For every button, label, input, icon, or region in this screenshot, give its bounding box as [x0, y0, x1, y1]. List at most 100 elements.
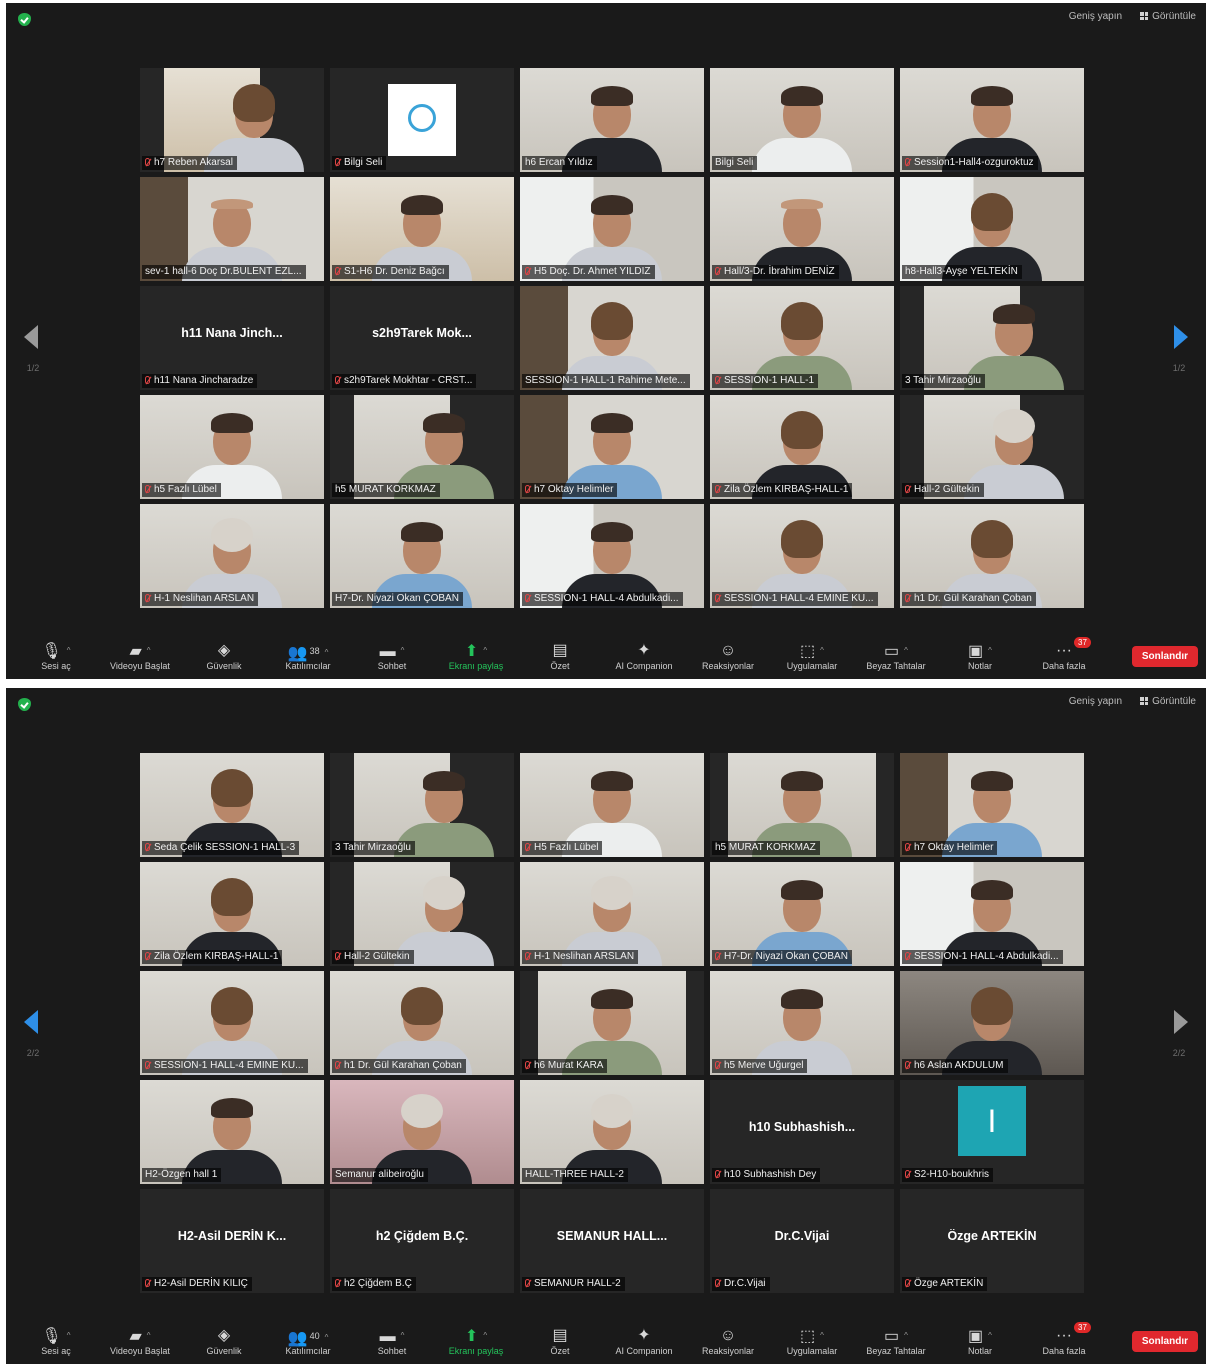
view-button[interactable]: Görüntüle — [1140, 696, 1196, 707]
end-meeting-button[interactable]: Sonlandır — [1131, 1330, 1198, 1352]
toolbar-participants-button[interactable]: 👥 40 ^ Katılımcılar — [266, 1326, 350, 1356]
chevron-up-icon[interactable]: ^ — [820, 646, 824, 655]
participant-tile[interactable]: h1 Dr. Gül Karahan Çoban — [900, 504, 1084, 608]
toolbar-ai-button[interactable]: ✦ AI Companion — [602, 641, 686, 671]
participant-tile[interactable]: SESSION-1 HALL-4 EMINE KU... — [710, 504, 894, 608]
toolbar-participants-button[interactable]: 👥 38 ^ Katılımcılar — [266, 641, 350, 671]
chevron-up-icon[interactable]: ^ — [820, 1331, 824, 1340]
toolbar-mic-button[interactable]: 🎙 ^ Sesi aç — [14, 641, 98, 671]
participant-tile[interactable]: h7 Reben Akarsal — [140, 68, 324, 172]
full-screen-button[interactable]: Geniş yapın — [1069, 696, 1122, 707]
participant-tile[interactable]: Zila Özlem KIRBAŞ-HALL-1 — [140, 862, 324, 966]
toolbar-apps-button[interactable]: ⬚ ^ Uygulamalar — [770, 1326, 854, 1356]
toolbar-more-button[interactable]: ··· 37 Daha fazla — [1022, 1322, 1106, 1356]
participant-tile[interactable]: Hall/3-Dr. İbrahim DENİZ — [710, 177, 894, 281]
participant-tile[interactable]: h2 Çiğdem B.Ç. h2 Çiğdem B.Ç — [330, 1189, 514, 1293]
toolbar-security-button[interactable]: ◈ Güvenlik — [182, 641, 266, 671]
participant-tile[interactable]: H2-Asil DERİN K... H2-Asil DERİN KILIÇ — [140, 1189, 324, 1293]
toolbar-video-button[interactable]: ▰ ^ Videoyu Başlat — [98, 1326, 182, 1356]
participant-tile[interactable]: Özge ARTEKİN Özge ARTEKİN — [900, 1189, 1084, 1293]
participant-tile[interactable]: H7-Dr. Niyazi Okan ÇOBAN — [330, 504, 514, 608]
participant-tile[interactable]: H7-Dr. Niyazi Okan ÇOBAN — [710, 862, 894, 966]
participant-tile[interactable]: s2h9Tarek Mok... s2h9Tarek Mokhtar - CRST… — [330, 286, 514, 390]
encryption-shield-icon[interactable] — [18, 13, 31, 26]
toolbar-share-button[interactable]: ⬆ ^ Ekranı paylaş — [434, 1326, 518, 1356]
participant-tile[interactable]: Bilgi Seli — [710, 68, 894, 172]
participant-tile[interactable]: h5 MURAT KORKMAZ — [330, 395, 514, 499]
participant-tile[interactable]: h5 Fazlı Lübel — [140, 395, 324, 499]
chevron-up-icon[interactable]: ^ — [401, 1331, 405, 1340]
chevron-up-icon[interactable]: ^ — [67, 1331, 71, 1340]
participant-tile[interactable]: SEMANUR HALL... SEMANUR HALL-2 — [520, 1189, 704, 1293]
previous-page-arrow-icon[interactable] — [24, 325, 38, 349]
toolbar-summary-button[interactable]: ▤ Özet — [518, 1326, 602, 1356]
toolbar-reactions-button[interactable]: ☺ Reaksiyonlar — [686, 641, 770, 671]
view-button[interactable]: Görüntüle — [1140, 11, 1196, 22]
chevron-up-icon[interactable]: ^ — [483, 1331, 487, 1340]
participant-tile[interactable]: h8-Hall3-Ayşe YELTEKİN — [900, 177, 1084, 281]
participant-tile[interactable]: h7 Oktay Helimler — [900, 753, 1084, 857]
toolbar-notes-button[interactable]: ▣ ^ Notlar — [938, 1326, 1022, 1356]
participant-tile[interactable]: H2-Özgen hall 1 — [140, 1080, 324, 1184]
participant-tile[interactable]: HALL-THREE HALL-2 — [520, 1080, 704, 1184]
participant-tile[interactable]: SESSION-1 HALL-1 — [710, 286, 894, 390]
participant-tile[interactable]: Zila Özlem KIRBAŞ-HALL-1 — [710, 395, 894, 499]
chevron-up-icon[interactable]: ^ — [483, 646, 487, 655]
participant-tile[interactable]: H-1 Neslihan ARSLAN — [520, 862, 704, 966]
participant-tile[interactable]: H5 Fazlı Lübel — [520, 753, 704, 857]
participant-tile[interactable]: h6 Murat KARA — [520, 971, 704, 1075]
participant-tile[interactable]: h10 Subhashish... h10 Subhashish Dey — [710, 1080, 894, 1184]
participant-tile[interactable]: Session1-Hall4-ozguroktuz — [900, 68, 1084, 172]
participant-tile[interactable]: SESSION-1 HALL-4 Abdulkadi... — [520, 504, 704, 608]
chevron-up-icon[interactable]: ^ — [904, 1331, 908, 1340]
chevron-up-icon[interactable]: ^ — [147, 1331, 151, 1340]
toolbar-ai-button[interactable]: ✦ AI Companion — [602, 1326, 686, 1356]
toolbar-notes-button[interactable]: ▣ ^ Notlar — [938, 641, 1022, 671]
chevron-up-icon[interactable]: ^ — [988, 646, 992, 655]
participant-tile[interactable]: 3 Tahir Mirzaoğlu — [330, 753, 514, 857]
participant-tile[interactable]: S1-H6 Dr. Deniz Bağcı — [330, 177, 514, 281]
participant-tile[interactable]: H5 Doç. Dr. Ahmet YILDIZ — [520, 177, 704, 281]
chevron-up-icon[interactable]: ^ — [988, 1331, 992, 1340]
participant-tile[interactable]: SESSION-1 HALL-4 Abdulkadi... — [900, 862, 1084, 966]
chevron-up-icon[interactable]: ^ — [904, 646, 908, 655]
encryption-shield-icon[interactable] — [18, 698, 31, 711]
toolbar-mic-button[interactable]: 🎙 ^ Sesi aç — [14, 1326, 98, 1356]
chevron-up-icon[interactable]: ^ — [67, 646, 71, 655]
chevron-up-icon[interactable]: ^ — [325, 1333, 329, 1342]
toolbar-security-button[interactable]: ◈ Güvenlik — [182, 1326, 266, 1356]
participant-tile[interactable]: Hall-2 Gültekin — [900, 395, 1084, 499]
toolbar-whiteboards-button[interactable]: ▭ ^ Beyaz Tahtalar — [854, 641, 938, 671]
chevron-up-icon[interactable]: ^ — [401, 646, 405, 655]
participant-tile[interactable]: Semanur alibeiroğlu — [330, 1080, 514, 1184]
toolbar-whiteboards-button[interactable]: ▭ ^ Beyaz Tahtalar — [854, 1326, 938, 1356]
participant-tile[interactable]: Hall-2 Gültekin — [330, 862, 514, 966]
participant-tile[interactable]: Seda Çelik SESSION-1 HALL-3 — [140, 753, 324, 857]
participant-tile[interactable]: h7 Oktay Helimler — [520, 395, 704, 499]
participant-tile[interactable]: I S2-H10-boukhris — [900, 1080, 1084, 1184]
next-page-arrow-icon[interactable] — [1174, 325, 1188, 349]
toolbar-summary-button[interactable]: ▤ Özet — [518, 641, 602, 671]
participant-tile[interactable]: Dr.C.Vijai Dr.C.Vijai — [710, 1189, 894, 1293]
participant-tile[interactable]: h1 Dr. Gül Karahan Çoban — [330, 971, 514, 1075]
participant-tile[interactable]: h6 Ercan Yıldız — [520, 68, 704, 172]
toolbar-chat-button[interactable]: ▬ ^ Sohbet — [350, 641, 434, 671]
toolbar-apps-button[interactable]: ⬚ ^ Uygulamalar — [770, 641, 854, 671]
participant-tile[interactable]: SESSION-1 HALL-1 Rahime Mete... — [520, 286, 704, 390]
toolbar-chat-button[interactable]: ▬ ^ Sohbet — [350, 1326, 434, 1356]
toolbar-share-button[interactable]: ⬆ ^ Ekranı paylaş — [434, 641, 518, 671]
participant-tile[interactable]: SESSION-1 HALL-4 EMINE KU... — [140, 971, 324, 1075]
participant-tile[interactable]: h5 MURAT KORKMAZ — [710, 753, 894, 857]
full-screen-button[interactable]: Geniş yapın — [1069, 11, 1122, 22]
participant-tile[interactable]: Bilgi Seli — [330, 68, 514, 172]
toolbar-reactions-button[interactable]: ☺ Reaksiyonlar — [686, 1326, 770, 1356]
next-page-arrow-icon[interactable] — [1174, 1010, 1188, 1034]
participant-tile[interactable]: h6 Aslan AKDULUM — [900, 971, 1084, 1075]
toolbar-more-button[interactable]: ··· 37 Daha fazla — [1022, 637, 1106, 671]
participant-tile[interactable]: 3 Tahir Mirzaoğlu — [900, 286, 1084, 390]
chevron-up-icon[interactable]: ^ — [325, 648, 329, 657]
participant-tile[interactable]: sev-1 hall-6 Doç Dr.BULENT EZL... — [140, 177, 324, 281]
previous-page-arrow-icon[interactable] — [24, 1010, 38, 1034]
participant-tile[interactable]: h5 Merve Uğurgel — [710, 971, 894, 1075]
chevron-up-icon[interactable]: ^ — [147, 646, 151, 655]
